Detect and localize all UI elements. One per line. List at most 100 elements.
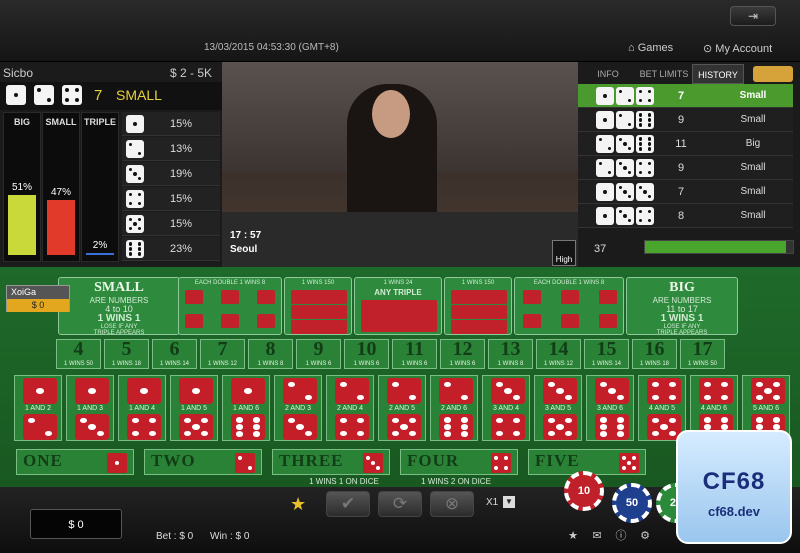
die-pip (192, 388, 200, 394)
total-number: 7 (217, 338, 228, 360)
player-name: XoiGa (7, 286, 69, 299)
tab-info[interactable]: INFO (586, 64, 630, 84)
combo-bet-cell[interactable]: 2 AND 4 (326, 375, 374, 441)
total-bet-cell[interactable]: 10 1 WINS 6 (344, 338, 389, 369)
combo-bet-cell[interactable]: 2 AND 6 (430, 375, 478, 441)
total-bet-cell[interactable]: 61 WINS 14 (152, 338, 197, 369)
die-pip (137, 247, 142, 251)
star-icon[interactable]: ★ (566, 529, 580, 543)
triples-right[interactable]: 1 WINS 150 (444, 277, 512, 335)
total-bet-cell[interactable]: 71 WINS 12 (200, 338, 245, 369)
combo-bet-cell[interactable]: 4 AND 5 (638, 375, 686, 441)
combo-bet-cell[interactable]: 1 AND 2 (14, 375, 62, 441)
big-stat-fill (8, 194, 36, 255)
total-bet-cell[interactable]: 15 1 WINS 14 (584, 338, 629, 369)
doubles-right-header: EACH DOUBLE 1 WINS 8 (533, 280, 605, 286)
betting-timer-fill (645, 241, 786, 253)
slot-machine-icon[interactable] (753, 66, 793, 82)
settings-icon[interactable]: ⚙ (638, 529, 652, 543)
triple-die (451, 290, 507, 304)
die-pip (603, 118, 607, 122)
big-bet-area[interactable]: BIG ARE NUMBERS 11 to 17 1 WINS 1 LOSE I… (626, 277, 738, 336)
clear-bet-button[interactable]: ⊗ (430, 491, 474, 517)
history-row: 11 Big (578, 132, 793, 156)
my-account-link[interactable]: ⊙ My Account (703, 42, 772, 55)
chat-icon[interactable]: ✉ (590, 529, 604, 543)
combo-bet-cell[interactable]: 2 AND 3 (274, 375, 322, 441)
combo-bet-cell[interactable]: 3 AND 5 (534, 375, 582, 441)
combo-bet-cell[interactable]: 3 AND 6 (586, 375, 634, 441)
single-payout-2: 1 WINS 2 ON DICE (421, 477, 491, 486)
total-bet-cell[interactable]: 12 1 WINS 6 (440, 338, 485, 369)
combo-bet-cell[interactable]: 1 AND 6 (222, 375, 270, 441)
die-pip (408, 417, 417, 424)
combo-bet-cell[interactable]: 3 AND 4 (482, 375, 530, 441)
combo-bet-cell[interactable]: 1 AND 4 (118, 375, 166, 441)
total-number: 6 (169, 338, 180, 360)
single-bet-cell[interactable]: FOUR (400, 449, 518, 475)
die-pip (631, 455, 637, 461)
total-bet-cell[interactable]: 17 1 WINS 50 (680, 338, 725, 369)
chip-10[interactable]: 10 (564, 471, 604, 511)
history-label: Small (740, 114, 766, 125)
video-quality-button[interactable]: High (552, 240, 576, 266)
die-pip (638, 218, 643, 223)
face-stat-row: 13% (122, 137, 220, 161)
total-bet-cell[interactable]: 11 1 WINS 6 (392, 338, 437, 369)
logout-button[interactable]: ⇥ (730, 6, 776, 26)
tab-history[interactable]: HISTORY (692, 64, 744, 84)
doubles-left[interactable]: EACH DOUBLE 1 WINS 8 (178, 277, 282, 335)
combo-label: 1 AND 3 (76, 405, 104, 412)
combo-label: 2 AND 4 (336, 405, 364, 412)
die-pip (564, 394, 573, 401)
total-bet-cell[interactable]: 13 1 WINS 8 (488, 338, 533, 369)
single-bet-cell[interactable]: TWO (144, 449, 262, 475)
single-bet-cell[interactable]: THREE (272, 449, 390, 475)
combo-die-b (179, 414, 213, 440)
die-pip (720, 424, 729, 430)
die-pip (643, 190, 647, 194)
die-pip (772, 394, 781, 401)
big-title: BIG (669, 280, 695, 295)
doubles-right[interactable]: EACH DOUBLE 1 WINS 8 (514, 277, 624, 335)
total-bet-cell[interactable]: 91 WINS 6 (296, 338, 341, 369)
total-bet-cell[interactable]: 81 WINS 8 (248, 338, 293, 369)
brand-watermark: CF68 cf68.dev (676, 430, 792, 544)
combo-bet-cell[interactable]: 1 AND 5 (170, 375, 218, 441)
combo-bet-cell[interactable]: 1 AND 3 (66, 375, 114, 441)
games-link[interactable]: ⌂ Games (628, 42, 673, 54)
chip-50[interactable]: 50 (612, 483, 652, 523)
die-pip (647, 209, 652, 214)
total-bet-cell[interactable]: 14 1 WINS 12 (536, 338, 581, 369)
double-5-die (561, 314, 579, 328)
die-pip (647, 170, 652, 175)
small-title: SMALL (94, 280, 144, 295)
chevron-down-icon[interactable]: ▼ (503, 496, 515, 508)
triple-die (451, 305, 507, 319)
combo-die-b (543, 414, 577, 440)
die-pip (128, 217, 133, 222)
die-pip (638, 142, 643, 146)
history-row: 7 Small (578, 180, 793, 204)
single-word: ONE (23, 451, 63, 470)
single-bet-cell[interactable]: ONE (16, 449, 134, 475)
tab-bet-limits[interactable]: BET LIMITS (636, 64, 692, 84)
total-number: 8 (265, 338, 276, 360)
favorite-star-icon[interactable]: ★ (290, 494, 306, 515)
confirm-bet-button[interactable]: ✔ (326, 491, 370, 517)
die-pip (755, 416, 764, 423)
any-triple-bet[interactable]: 1 WINS 24 ANY TRIPLE (354, 277, 442, 335)
die-pip (627, 146, 632, 151)
total-bet-cell[interactable]: 51 WINS 18 (104, 338, 149, 369)
combo-bet-cell[interactable]: 2 AND 5 (378, 375, 426, 441)
die-pip (599, 381, 608, 388)
info-icon[interactable]: ⓘ (614, 529, 628, 543)
triples-left[interactable]: 1 WINS 150 (284, 277, 352, 335)
server-datetime: 13/03/2015 04:53:30 (GMT+8) (204, 42, 339, 53)
total-bet-cell[interactable]: 41 WINS 50 (56, 338, 101, 369)
bet-multiplier[interactable]: X1 (486, 497, 498, 508)
result-die-2 (34, 85, 54, 105)
total-bet-cell[interactable]: 16 1 WINS 18 (632, 338, 677, 369)
rebet-button[interactable]: ⟳ (378, 491, 422, 517)
small-bet-area[interactable]: SMALL ARE NUMBERS 4 to 10 1 WINS 1 LOSE … (58, 277, 180, 336)
